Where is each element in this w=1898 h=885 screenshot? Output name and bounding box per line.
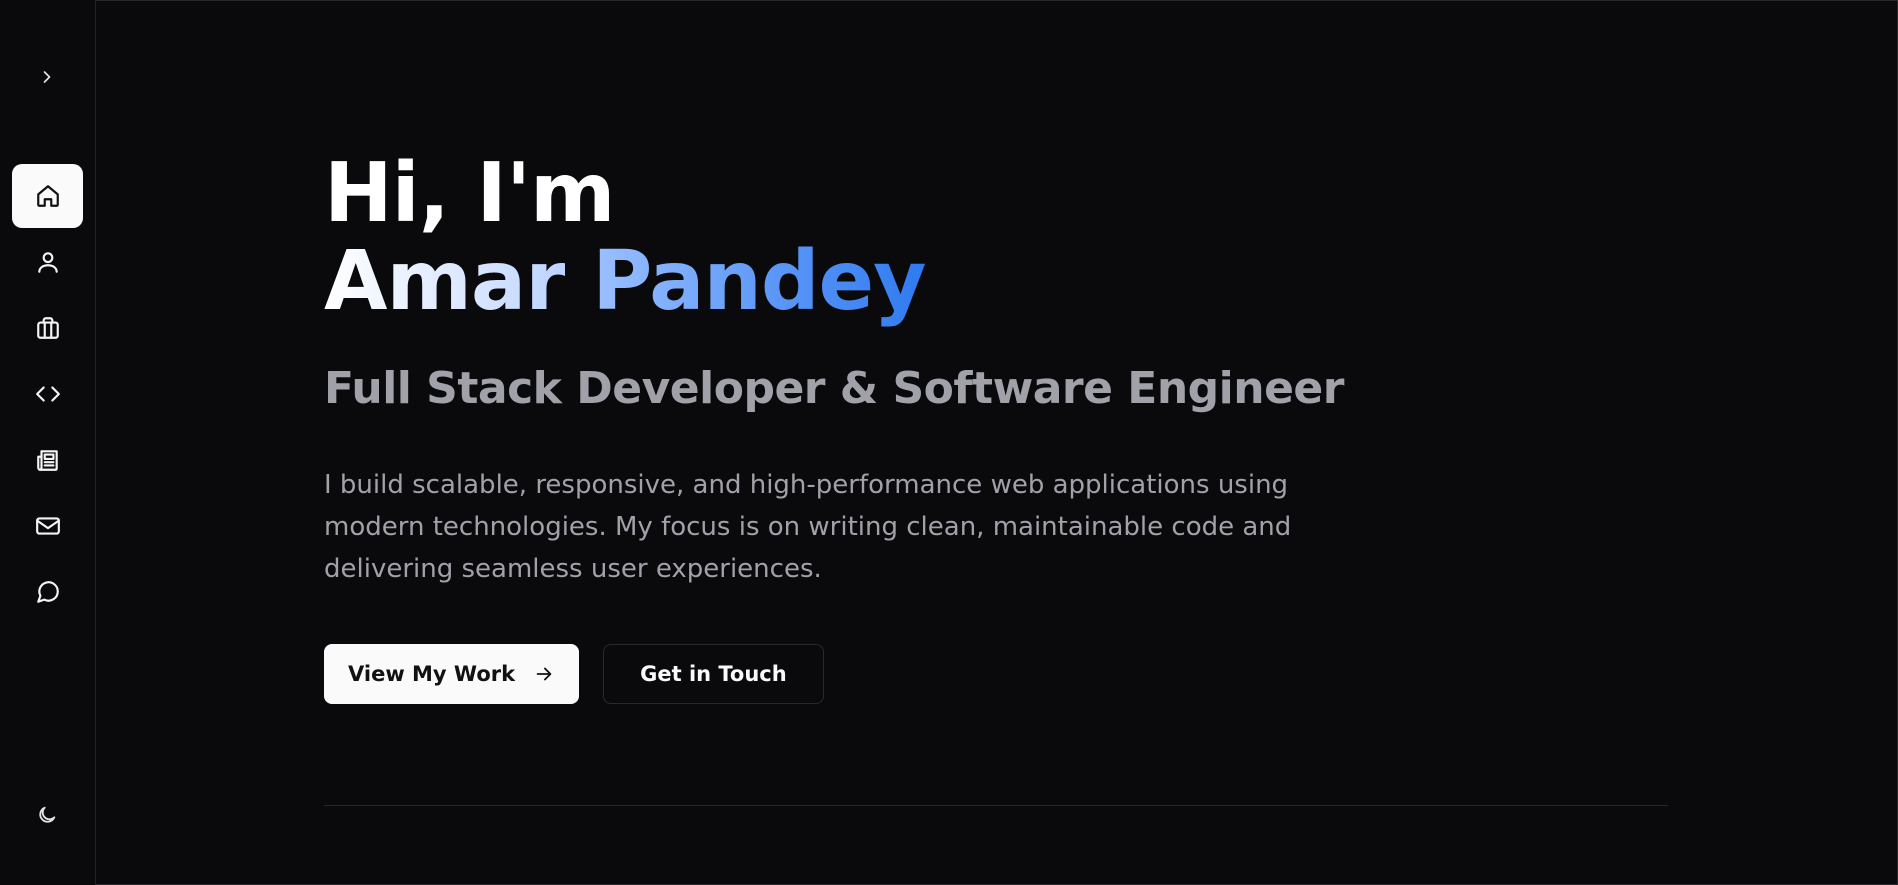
- sidebar: [0, 0, 96, 885]
- hero-name: Amar Pandey: [324, 238, 1668, 326]
- theme-toggle-button[interactable]: [27, 797, 67, 833]
- sidebar-item-chat[interactable]: [12, 560, 83, 624]
- view-my-work-button[interactable]: View My Work: [324, 644, 580, 704]
- sidebar-item-home[interactable]: [12, 164, 83, 228]
- user-icon: [37, 252, 58, 273]
- sidebar-item-blog[interactable]: [12, 428, 83, 492]
- mail-icon: [35, 517, 60, 535]
- hero-section: Hi, I'm Amar Pandey Full Stack Developer…: [324, 150, 1668, 704]
- get-in-touch-label: Get in Touch: [640, 662, 787, 686]
- moon-icon: [39, 806, 56, 823]
- sidebar-item-about[interactable]: [12, 230, 83, 294]
- briefcase-icon: [36, 317, 59, 339]
- sidebar-item-contact[interactable]: [12, 494, 83, 558]
- sidebar-toggle-button[interactable]: [27, 62, 67, 92]
- hero-role: Full Stack Developer & Software Engineer: [324, 363, 1344, 414]
- message-circle-icon: [36, 581, 59, 603]
- section-divider: [324, 805, 1668, 806]
- sidebar-item-projects[interactable]: [12, 362, 83, 426]
- sidebar-item-experience[interactable]: [12, 296, 83, 360]
- hero-bio: I build scalable, responsive, and high-p…: [324, 470, 1292, 584]
- hero-first-name: Amar: [324, 234, 566, 329]
- arrow-right-icon: [536, 667, 552, 681]
- home-icon: [36, 185, 59, 207]
- get-in-touch-button[interactable]: Get in Touch: [603, 644, 824, 704]
- newspaper-icon: [36, 450, 58, 471]
- hero-last-name: Pandey: [592, 234, 926, 329]
- chevron-right-icon: [43, 71, 51, 83]
- hero-greeting: Hi, I'm: [324, 146, 616, 241]
- code-icon: [35, 386, 60, 402]
- view-my-work-label: View My Work: [348, 662, 516, 686]
- hero-actions: View My Work Get in Touch: [324, 644, 1668, 704]
